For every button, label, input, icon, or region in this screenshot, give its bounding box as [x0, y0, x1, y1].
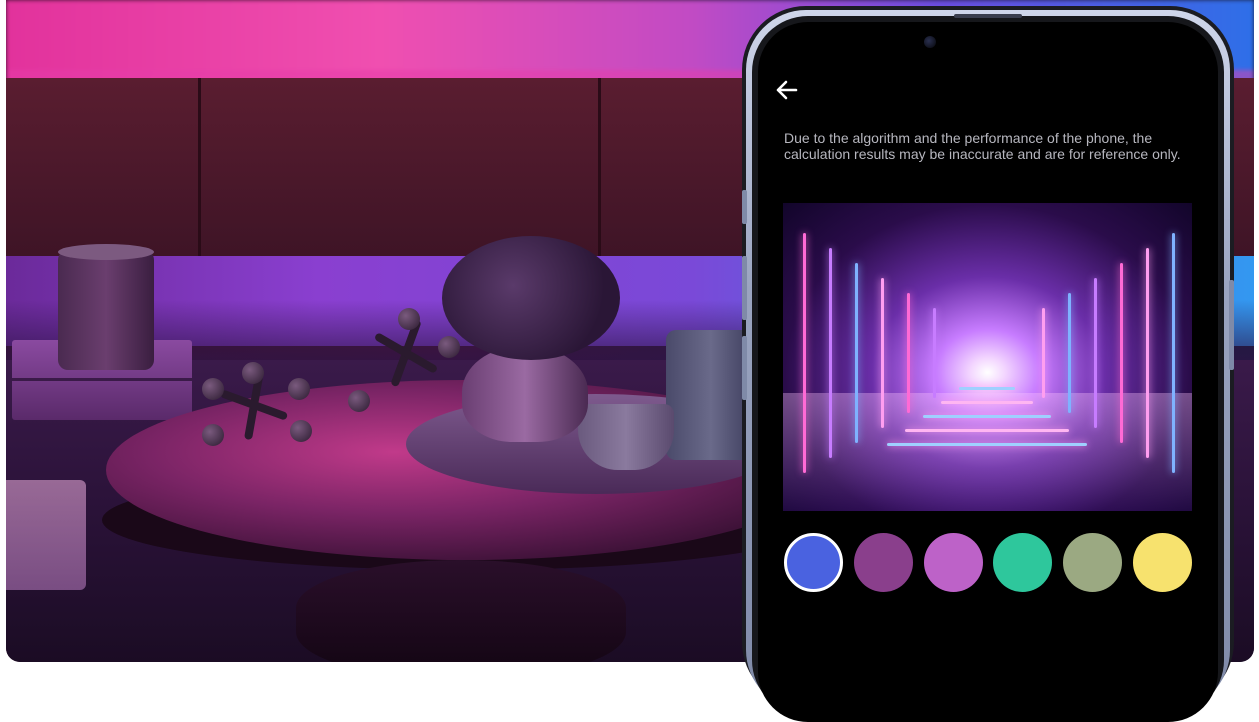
wall-panel-seam [598, 78, 601, 258]
jack-ball [242, 362, 264, 384]
preview-floor-glow [783, 393, 1192, 511]
color-swatch[interactable] [1132, 533, 1192, 592]
phone-speaker [954, 14, 1022, 18]
neon-pillar [803, 233, 806, 473]
accuracy-notice-text: Due to the algorithm and the performance… [784, 130, 1181, 162]
neon-floor-bar [887, 443, 1087, 446]
phone-power-button [1229, 280, 1234, 370]
color-swatch[interactable] [923, 533, 983, 592]
neon-pillar [933, 308, 936, 398]
neon-floor-bar [941, 401, 1033, 404]
color-swatch[interactable] [853, 533, 913, 592]
jack-ball [348, 390, 370, 412]
phone-side-button [742, 336, 747, 400]
phone-side-button [742, 256, 747, 320]
neon-pillar [1146, 248, 1149, 458]
color-extraction-preview-image [783, 203, 1192, 511]
screenshot-frame: Due to the algorithm and the performance… [0, 0, 1259, 722]
flower-bouquet [442, 236, 620, 360]
vase [462, 346, 588, 442]
neon-pillar [1068, 293, 1071, 413]
jack-ball [288, 378, 310, 400]
back-button[interactable] [772, 76, 802, 104]
color-swatch[interactable] [1063, 533, 1123, 592]
neon-pillar [855, 263, 858, 443]
neon-pillar [1042, 308, 1045, 398]
jack-ball [398, 308, 420, 330]
neon-pillar [829, 248, 832, 458]
jack-ball [202, 424, 224, 446]
color-palette [784, 533, 1192, 593]
jack-ball [202, 378, 224, 400]
color-swatch[interactable] [993, 533, 1053, 592]
neon-floor-bar [923, 415, 1051, 418]
color-swatch[interactable] [784, 533, 843, 592]
bowl-decor [578, 404, 674, 470]
jack-ball [290, 420, 312, 442]
wall-panel-seam [198, 78, 201, 258]
neon-floor-bar [905, 429, 1069, 432]
neon-pillar [1120, 263, 1123, 443]
jack-ball [438, 336, 460, 358]
neon-floor-bar [959, 387, 1015, 390]
neon-pillar [907, 293, 910, 413]
neon-pillar [1172, 233, 1175, 473]
arrow-left-icon [776, 80, 798, 100]
front-camera-icon [924, 36, 936, 48]
side-light-glow [6, 480, 86, 590]
phone-side-button [742, 190, 747, 224]
neon-pillar [1094, 278, 1097, 428]
neon-pillar [881, 278, 884, 428]
coffee-table-base [296, 560, 626, 662]
cup-decor [58, 244, 154, 370]
